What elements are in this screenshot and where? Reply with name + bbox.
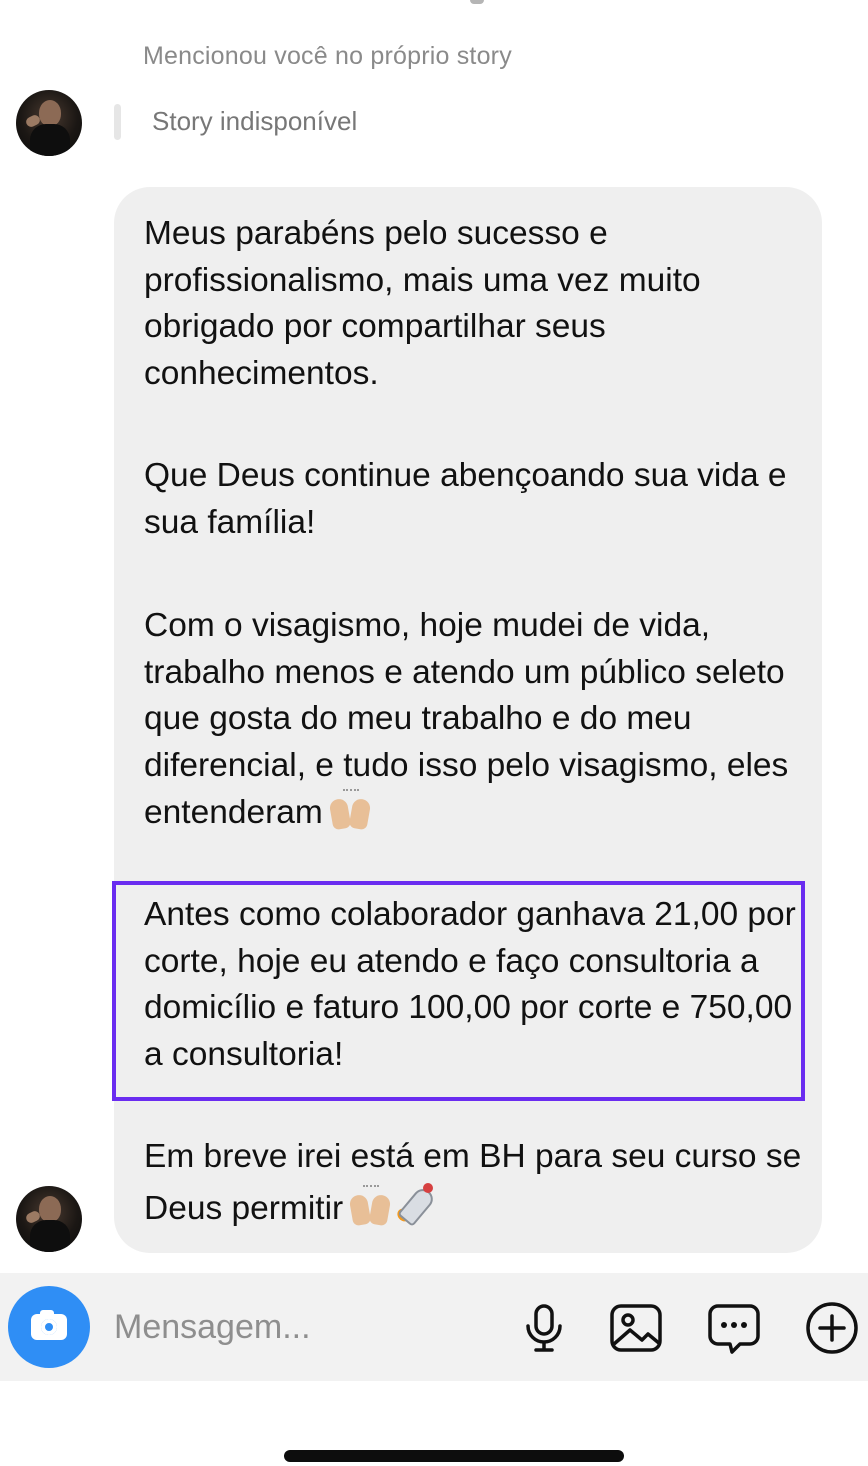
- camera-button[interactable]: [8, 1286, 90, 1368]
- sender-avatar[interactable]: [16, 90, 82, 156]
- home-indicator[interactable]: [284, 1450, 624, 1462]
- chat-bubble-icon[interactable]: [706, 1300, 762, 1356]
- message-paragraph-3-text: Com o visagismo, hoje mudei de vida, tra…: [144, 607, 789, 831]
- message-paragraph-4: Antes como colaborador ganhava 21,00 por…: [144, 896, 796, 1073]
- rocket-icon: [394, 1181, 441, 1227]
- message-paragraph-5: Em breve irei está em BH para seu curso …: [144, 1134, 804, 1232]
- plus-circle-icon[interactable]: [804, 1300, 860, 1356]
- message-paragraph-2: Que Deus continue abençoando sua vida e …: [144, 457, 787, 541]
- message-input[interactable]: [114, 1302, 494, 1352]
- story-mention-note: Mencionou você no próprio story: [143, 42, 512, 70]
- previous-message-edge: [470, 0, 484, 4]
- sender-avatar[interactable]: [16, 1186, 82, 1252]
- message-paragraph-5-text: Em breve irei está em BH para seu curso …: [144, 1138, 802, 1227]
- message-paragraph-3: Com o visagismo, hoje mudei de vida, tra…: [144, 603, 804, 837]
- microphone-icon[interactable]: [516, 1300, 572, 1356]
- image-icon[interactable]: [608, 1300, 664, 1356]
- message-paragraph-1: Meus parabéns pelo sucesso e profissiona…: [144, 215, 701, 392]
- story-reply-bar: [114, 104, 121, 140]
- raising-hands-icon: [329, 789, 373, 829]
- story-unavailable-label[interactable]: Story indisponível: [152, 106, 357, 137]
- raising-hands-icon: [349, 1184, 393, 1225]
